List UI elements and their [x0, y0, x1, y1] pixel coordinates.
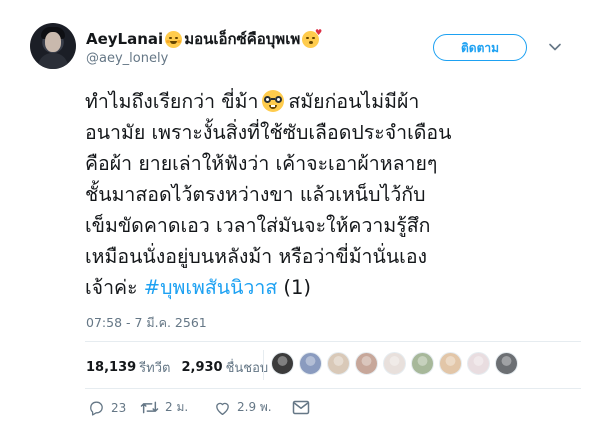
chevron-down-icon[interactable] [548, 40, 562, 54]
like-count: 2.9 พ. [237, 400, 272, 414]
divider [85, 388, 581, 389]
smiling-blush-emoji-icon [165, 30, 183, 48]
tweet-line-5: เข็มขัดคาดเอว เวลาใส่มันจะให้ความรู้สึก [85, 214, 431, 237]
liker-avatar[interactable] [299, 352, 322, 375]
stats-separator [263, 350, 264, 380]
avatar-face [45, 32, 61, 52]
liker-avatar[interactable] [271, 352, 294, 375]
author-handle[interactable]: @aey_lonely [86, 51, 168, 66]
tweet-line-2: อนามัย เพราะงั้นสิ่งที่ใช้ซับเลือดประจำเ… [85, 121, 452, 144]
tweet-stats: 18,139 รีทวีต 2,930 ชื่นชอบ [86, 357, 268, 378]
liker-avatar[interactable] [355, 352, 378, 375]
tweet-timestamp[interactable]: 07:58 - 7 มี.ค. 2561 [86, 313, 207, 333]
retweets-count[interactable]: 18,139 [86, 360, 136, 375]
divider [85, 341, 581, 342]
reply-button[interactable]: 23 [88, 399, 140, 416]
author-name-row[interactable]: AeyLanai มอนเอ็กซ์คือบุพเพ ♥ [86, 27, 322, 51]
retweets-label[interactable]: รีทวีต [139, 357, 170, 378]
liker-avatar[interactable] [327, 352, 350, 375]
liker-avatar[interactable] [383, 352, 406, 375]
author-display-name-suffix[interactable]: มอนเอ็กซ์คือบุพเพ [184, 27, 300, 51]
tweet-line-7-text: เจ้าค่ะ [85, 276, 138, 299]
tweet-text: ทำไมถึงเรียกว่า ขี่ม้า สมัยก่อนไม่มีผ้า อ… [85, 86, 575, 303]
retweet-icon [140, 401, 159, 414]
nerd-face-emoji-icon [262, 90, 285, 112]
reply-count: 23 [111, 400, 127, 415]
liker-avatar[interactable] [411, 352, 434, 375]
retweet-button[interactable]: 2 ม. [140, 398, 214, 417]
retweet-count: 2 ม. [165, 400, 189, 414]
tweet-actions: 23 2 ม. 2.9 พ. [88, 398, 310, 417]
like-button[interactable]: 2.9 พ. [214, 398, 292, 417]
heart-icon [216, 402, 229, 415]
follow-button[interactable]: ติดตาม [433, 34, 527, 61]
liker-avatars [271, 352, 518, 375]
author-avatar[interactable] [30, 23, 76, 69]
likes-count[interactable]: 2,930 [181, 360, 222, 375]
envelope-icon [292, 400, 310, 415]
tweet-card: AeyLanai มอนเอ็กซ์คือบุพเพ ♥ @aey_lonely… [0, 0, 600, 430]
tweet-line-7: เจ้าค่ะ #บุพเพสันนิวาส (1) [85, 272, 575, 303]
reply-icon [90, 401, 103, 416]
tweet-line-6: เหมือนนั่งอยู่บนหลังม้า หรือว่าขี่ม้านั่… [85, 245, 428, 268]
liker-avatar[interactable] [495, 352, 518, 375]
liker-avatar[interactable] [467, 352, 490, 375]
direct-message-button[interactable] [292, 400, 310, 415]
hashtag-suffix: (1) [283, 276, 312, 299]
kissing-heart-emoji-icon: ♥ [302, 28, 322, 48]
tweet-line-3: คือผ้า ยายเล่าให้ฟังว่า เค้าจะเอาผ้าหลาย… [85, 152, 438, 175]
author-display-name[interactable]: AeyLanai [86, 30, 163, 48]
liker-avatar[interactable] [439, 352, 462, 375]
tweet-line-1: ทำไมถึงเรียกว่า ขี่ม้า สมัยก่อนไม่มีผ้า [85, 86, 575, 117]
tweet-line-1-start: ทำไมถึงเรียกว่า ขี่ม้า [85, 90, 259, 113]
tweet-line-4: ชั้นมาสอดไว้ตรงหว่างขา แล้วเหน็บไว้กับ [85, 183, 426, 206]
likes-label[interactable]: ชื่นชอบ [226, 357, 269, 378]
hashtag-link[interactable]: #บุพเพสันนิวาส [144, 276, 277, 299]
tweet-line-1-end: สมัยก่อนไม่มีผ้า [288, 90, 420, 113]
avatar-body [38, 53, 68, 69]
